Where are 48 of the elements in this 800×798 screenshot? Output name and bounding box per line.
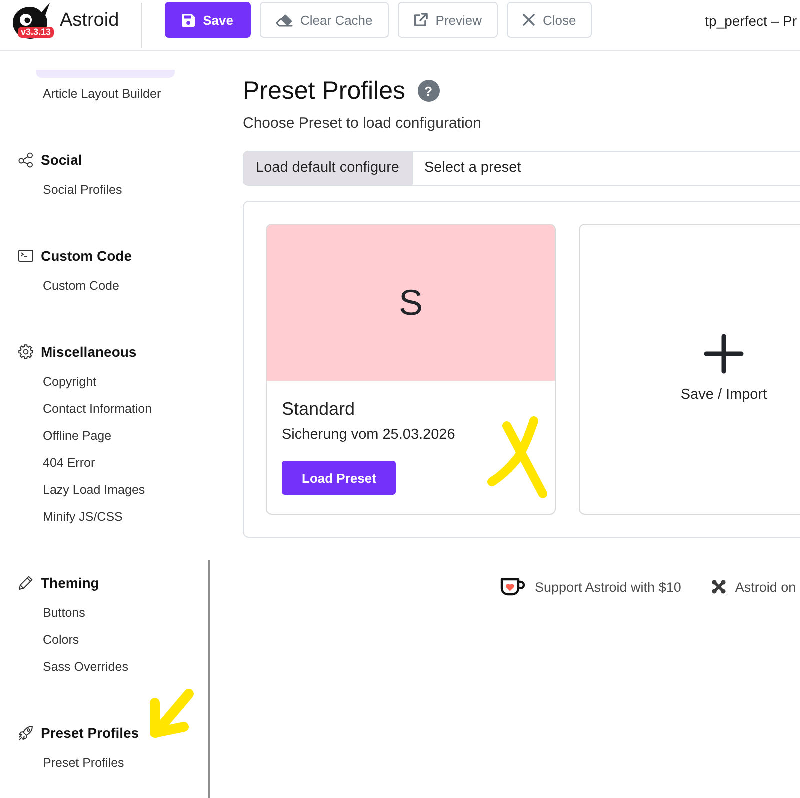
sidebar-item[interactable]: Article Layout Builder [36, 81, 175, 108]
close-icon [523, 14, 536, 26]
save-import-button[interactable]: Save / Import [579, 224, 800, 515]
sidebar-item[interactable]: Copyright [36, 369, 175, 396]
sidebar-item[interactable]: Lazy Load Images [36, 477, 175, 504]
load-default-button[interactable]: Load default configure [243, 151, 412, 186]
help-button[interactable]: ? [418, 80, 440, 102]
coffee-cup-icon [500, 577, 526, 597]
footer-link[interactable]: Astroid on [712, 580, 796, 594]
preset-select[interactable]: Select a preset [412, 151, 800, 186]
section-heading: Theming [41, 575, 100, 591]
document-title: tp_perfect – Pr [705, 12, 797, 31]
sidebar-item[interactable]: Social Profiles [36, 177, 175, 204]
toolbar-button[interactable]: Close [507, 2, 592, 38]
sidebar-item[interactable]: Offline Page [36, 423, 175, 450]
plus-icon [704, 334, 744, 374]
page-title: Preset Profiles [243, 76, 406, 107]
app-name: Astroid [60, 9, 120, 33]
footer-link[interactable]: Support Astroid with $10 [500, 577, 682, 597]
toolbar-button[interactable]: Clear Cache [260, 2, 389, 38]
sidebar-item[interactable]: Preset Profiles [36, 750, 175, 777]
sidebar-item[interactable]: Minify JS/CSS [36, 504, 175, 531]
section-heading: Preset Profiles [41, 725, 140, 741]
cross-icon [712, 580, 726, 594]
preset-description: Sicherung vom 25.03.2026 [282, 426, 456, 445]
gear-icon [18, 344, 34, 360]
sidebar-item[interactable]: 404 Error [36, 450, 175, 477]
terminal-icon [18, 248, 34, 264]
rocket-icon [18, 725, 34, 741]
section-heading: Custom Code [41, 248, 132, 264]
sidebar-item[interactable]: Colors [36, 627, 175, 654]
section-heading: Social [41, 152, 82, 168]
sidebar-item[interactable]: Custom Code [36, 273, 175, 300]
preset-name: Standard [282, 398, 356, 421]
pencil-icon [18, 575, 34, 591]
eraser-icon [276, 14, 293, 26]
page-subtitle: Choose Preset to load configuration [243, 114, 482, 134]
sidebar-item[interactable]: Contact Information [36, 396, 175, 423]
version-badge: v3.3.13 [18, 27, 54, 38]
toolbar-button[interactable]: Save [165, 2, 251, 38]
sidebar-item[interactable]: Sass Overrides [36, 654, 175, 681]
toolbar-button[interactable]: Preview [398, 2, 498, 38]
share-icon [18, 152, 34, 168]
section-heading: Miscellaneous [41, 344, 137, 360]
preset-initial-tile: S [267, 225, 555, 381]
external-link-icon [414, 13, 428, 27]
load-preset-button[interactable]: Load Preset [282, 461, 396, 495]
sidebar-item[interactable]: Buttons [36, 600, 175, 627]
